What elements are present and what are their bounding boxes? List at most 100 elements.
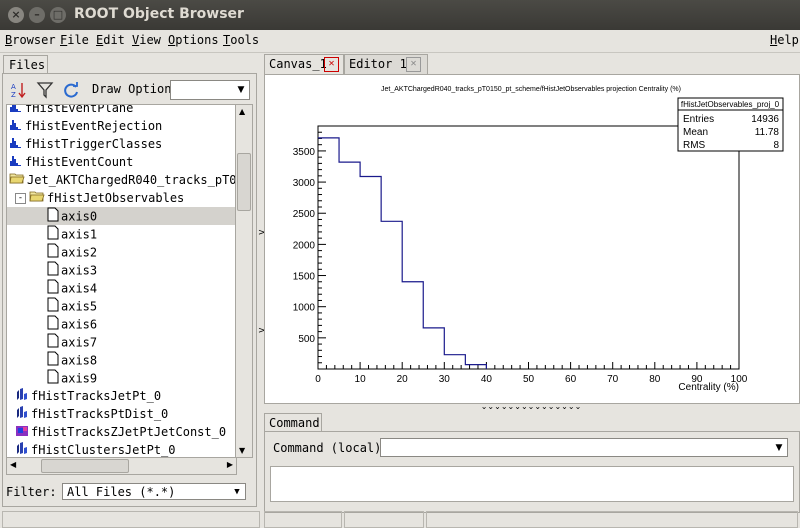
filter-icon[interactable] [36,81,54,99]
draw-option-combo[interactable]: ▼ [170,80,250,100]
y-tick-label: 3500 [293,147,316,158]
tab-editor-1[interactable]: Editor 1 ✕ [344,54,428,74]
root-canvas[interactable]: Jet_AKTChargedR040_tracks_pT0150_pt_sche… [264,74,800,404]
horizontal-splitter[interactable]: ⌄⌄⌄⌄⌄⌄⌄⌄⌄⌄⌄⌄⌄⌄⌄ [264,402,798,412]
stats-entries-value: 14936 [751,114,779,125]
window-maximize-button[interactable]: □ [50,7,66,23]
tree-item[interactable]: fHistClustersJetPt_0 [15,441,176,457]
tree-item[interactable]: axis4 [47,279,97,297]
y-tick-label: 1500 [293,272,316,283]
tree-item[interactable]: axis1 [47,225,97,243]
menu-tools[interactable]: Tools [223,33,259,47]
histogram3d-icon [15,405,29,424]
tree-item[interactable]: fHistEventRejection [9,117,162,135]
tree-item[interactable]: axis6 [47,315,97,333]
tree-item-label: axis9 [61,371,98,386]
scroll-right-icon[interactable]: ▶ [227,460,233,469]
stats-title: fHistJetObservables_proj_0 [681,100,780,109]
filter-label: Filter: [6,485,57,499]
window-minimize-button[interactable]: – [29,7,45,23]
tree-item-label: fHistTracksJetPt_0 [31,389,162,403]
histogram-color-icon [15,423,29,442]
tree-item-label: axis2 [61,245,98,260]
document-icon [47,333,59,353]
x-tick-label: 30 [439,374,451,385]
histogram-plot: Jet_AKTChargedR040_tracks_pT0150_pt_sche… [293,86,784,393]
x-axis-label: Centrality (%) [678,382,739,393]
close-icon[interactable]: ✕ [324,57,339,72]
y-tick-label: 2000 [293,240,316,251]
tree-item[interactable]: fHistTracksPtDist_0 [15,405,168,423]
tree-item[interactable]: axis0 [7,207,236,225]
tree-item-label: axis0 [61,209,98,224]
scroll-left-icon[interactable]: ◀ [10,460,16,469]
histogram-icon [9,105,23,118]
command-output [270,466,794,502]
scroll-down-icon[interactable]: ▼ [239,446,245,455]
tree-item[interactable]: - fHistJetObservables [15,189,184,207]
tree-item[interactable]: fHistTracksZJetPtJetConst_0 [15,423,226,441]
tree-expander-icon[interactable]: - [15,193,26,204]
stats-rms-key: RMS [683,140,706,151]
tab-command[interactable]: Command [264,413,322,432]
tree-item-label: axis6 [61,317,98,332]
tree-item-label: fHistEventRejection [25,119,163,133]
tree-item[interactable]: axis8 [47,351,97,369]
histogram-icon [9,153,23,172]
tree-item[interactable]: fHistTriggerClasses [9,135,162,153]
tree-item-label: fHistEventPlane [25,104,134,115]
tree-item-label: axis4 [61,281,98,296]
sort-az-icon[interactable]: A Z [10,81,28,99]
menu-help[interactable]: Help [770,33,799,47]
menu-bar: Browser File Edit View Options Tools Hel… [0,30,800,53]
vertical-scroll-thumb[interactable] [237,153,251,211]
tree-vertical-scrollbar[interactable]: ▲ ▼ [235,104,253,458]
refresh-icon[interactable] [62,81,80,99]
tree-item[interactable]: fHistTracksJetPt_0 [15,387,161,405]
chevron-down-icon: ▼ [775,443,783,453]
tree-item[interactable]: axis7 [47,333,97,351]
tree-item[interactable]: Jet_AKTChargedR040_tracks_pT0150_pt [9,171,236,189]
status-bar [0,510,800,528]
horizontal-scroll-thumb[interactable] [41,459,129,473]
chevron-down-icon: ▼ [234,487,240,497]
menu-view[interactable]: View [132,33,161,47]
menu-edit[interactable]: Edit [96,33,125,47]
x-tick-label: 50 [523,374,535,385]
tree-item[interactable]: fHistEventPlane [9,104,134,118]
close-icon[interactable]: ✕ [406,57,421,72]
tree-item[interactable]: axis5 [47,297,97,315]
x-tick-label: 20 [397,374,409,385]
file-tree[interactable]: fHistEventPlane fHistEventRejection fHistT… [6,104,237,458]
x-tick-label: 70 [607,374,619,385]
y-tick-label: 500 [298,334,315,345]
tree-item[interactable]: axis9 [47,369,97,387]
tree-horizontal-scrollbar[interactable]: ◀ ▶ [6,457,237,475]
menu-browser[interactable]: Browser [5,33,56,47]
scroll-up-icon[interactable]: ▲ [239,107,245,116]
tree-item-label: fHistEventCount [25,155,134,169]
tree-item[interactable]: axis2 [47,243,97,261]
status-cell [344,511,424,528]
command-input[interactable]: ▼ [380,438,788,457]
document-icon [47,279,59,299]
tab-files[interactable]: Files [3,55,48,74]
menu-options[interactable]: Options [168,33,219,47]
document-icon [47,297,59,317]
filter-combo[interactable]: All Files (*.*) ▼ [62,483,246,500]
tab-canvas-1[interactable]: Canvas_1 ✕ [264,54,344,74]
menu-file[interactable]: File [60,33,89,47]
document-icon [47,351,59,371]
histogram-icon [9,117,23,136]
stats-rms-value: 8 [773,140,779,151]
window-title: ROOT Object Browser [74,6,244,22]
tree-item[interactable]: axis3 [47,261,97,279]
command-panel: Command (local): ▼ [264,431,800,513]
window-close-button[interactable]: × [8,7,24,23]
tree-item-label: fHistJetObservables [47,191,185,205]
x-tick-label: 60 [565,374,577,385]
tree-item-label: fHistTriggerClasses [25,137,163,151]
tree-item[interactable]: fHistEventCount [9,153,133,171]
svg-text:Z: Z [11,91,16,99]
document-icon [47,261,59,281]
